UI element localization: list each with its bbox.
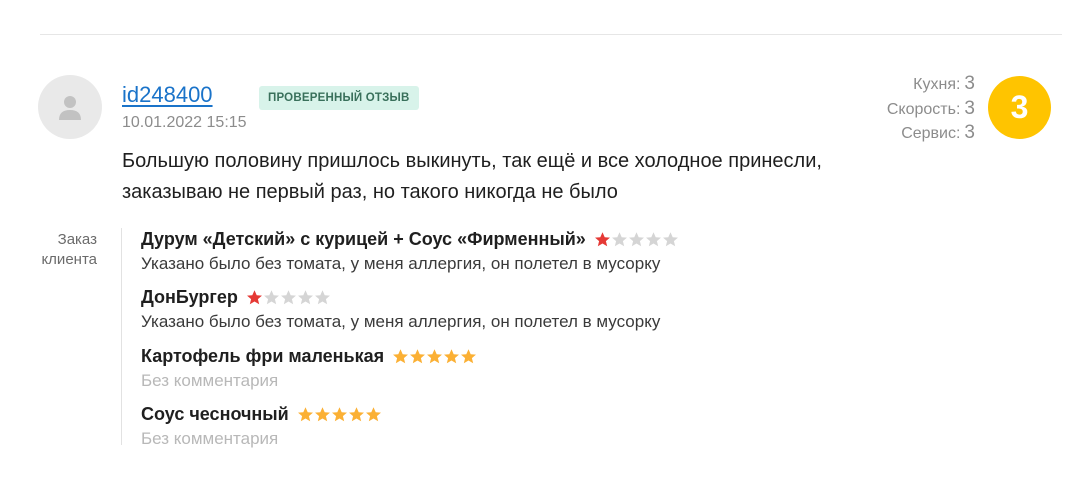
review-text: Большую половину пришлось выкинуть, так … xyxy=(122,150,822,203)
rating-stars xyxy=(246,289,331,306)
star-filled-icon xyxy=(444,348,460,363)
star-filled-icon xyxy=(331,406,347,421)
speed-score-row: Скорость: 3 xyxy=(887,97,975,122)
star-empty-icon xyxy=(280,289,296,304)
kitchen-score-value: 3 xyxy=(964,73,975,94)
star-filled-icon xyxy=(246,289,262,304)
star-filled-icon xyxy=(427,348,443,363)
order-item-comment: Указано было без томата, у меня аллергия… xyxy=(141,254,661,273)
order-item-name: Соус чесночный xyxy=(141,403,289,424)
star-empty-icon xyxy=(645,231,661,246)
speed-score-label: Скорость: xyxy=(886,100,961,118)
star-filled-icon xyxy=(365,406,381,421)
service-score-value: 3 xyxy=(964,122,975,143)
order-item-name: Дурум «Детский» с курицей + Соус «Фирмен… xyxy=(141,228,586,249)
order-item-comment: Указано было без томата, у меня аллергия… xyxy=(141,312,661,331)
star-filled-icon xyxy=(348,406,364,421)
order-item: Дурум «Детский» с курицей + Соус «Фирмен… xyxy=(141,228,679,276)
overall-score-badge: 3 xyxy=(988,76,1051,139)
star-empty-icon xyxy=(662,231,678,246)
order-divider-line xyxy=(121,228,122,445)
order-item-name: Картофель фри маленькая xyxy=(141,345,385,366)
user-silhouette-icon xyxy=(59,96,81,120)
star-empty-icon xyxy=(297,289,313,304)
rating-stars xyxy=(297,406,382,423)
user-avatar[interactable] xyxy=(38,75,102,139)
kitchen-score-row: Кухня: 3 xyxy=(887,72,975,97)
star-empty-icon xyxy=(314,289,330,304)
speed-score-value: 3 xyxy=(964,97,975,119)
verified-review-badge: ПРОВЕРЕННЫЙ ОТЗЫВ xyxy=(259,86,419,110)
rating-stars xyxy=(594,231,679,248)
star-empty-icon xyxy=(263,289,279,304)
username-link[interactable]: id248400 xyxy=(122,82,213,108)
star-filled-icon xyxy=(297,406,313,421)
service-score-row: Сервис: 3 xyxy=(887,121,975,146)
review-date: 10.01.2022 15:15 xyxy=(122,114,247,131)
order-label: Заказ клиента xyxy=(41,231,97,268)
order-item: Соус чесночный Без комментария xyxy=(141,403,382,451)
scores-panel: Кухня: 3 Скорость: 3 Сервис: 3 xyxy=(887,72,975,146)
order-item-name: ДонБургер xyxy=(141,286,238,307)
star-filled-icon xyxy=(410,348,426,363)
star-filled-icon xyxy=(461,348,477,363)
star-filled-icon xyxy=(314,406,330,421)
star-filled-icon xyxy=(594,231,610,246)
order-item-comment: Без комментария xyxy=(141,371,279,390)
top-divider xyxy=(40,34,1062,35)
order-item: ДонБургер Указано было без томата, у мен… xyxy=(141,286,660,334)
star-empty-icon xyxy=(628,231,644,246)
kitchen-score-label: Кухня: xyxy=(913,76,961,93)
service-score-label: Сервис: xyxy=(901,125,961,142)
order-item: Картофель фри маленькая Без комментария xyxy=(141,345,477,393)
star-filled-icon xyxy=(393,348,409,363)
star-empty-icon xyxy=(611,231,627,246)
order-item-comment: Без комментария xyxy=(141,429,279,448)
rating-stars xyxy=(392,348,477,365)
